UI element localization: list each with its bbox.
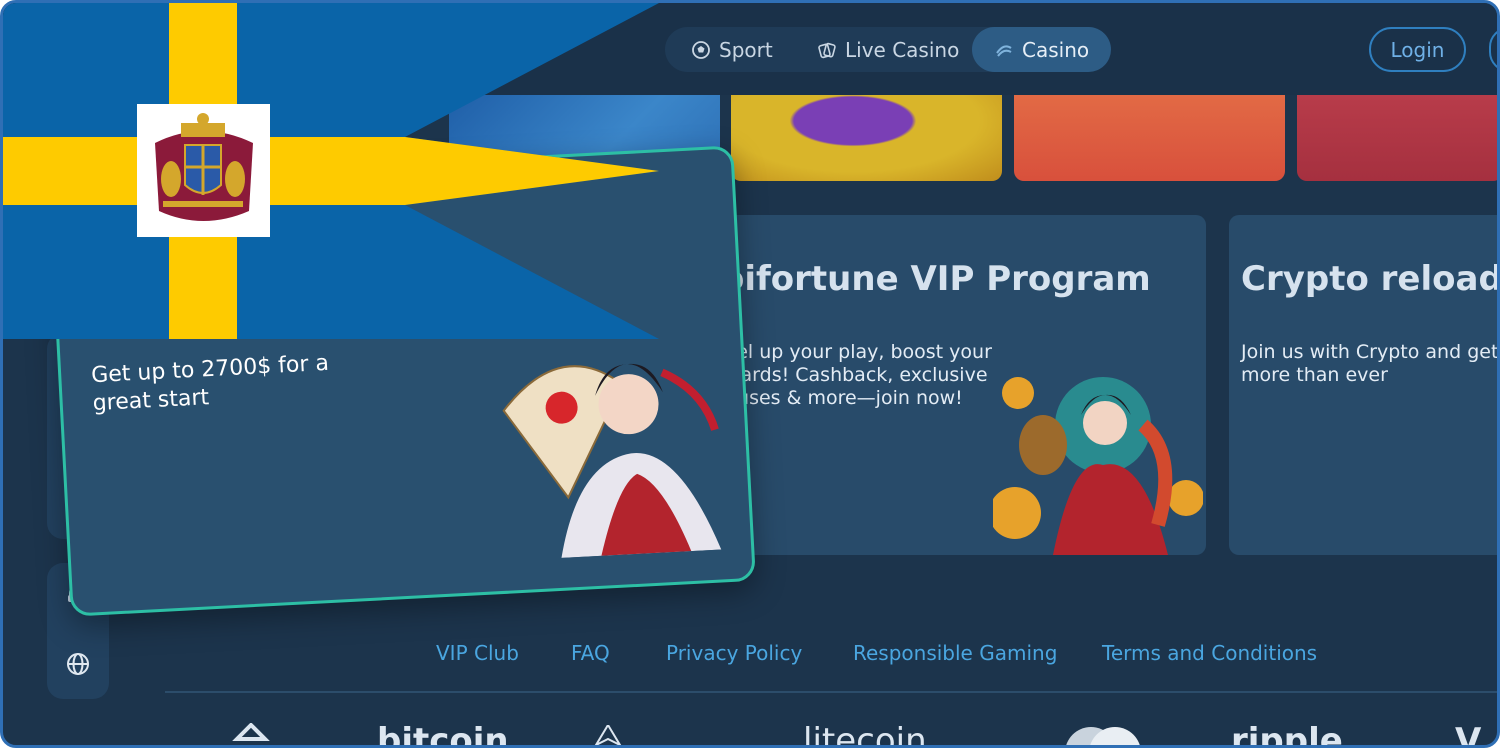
ethereum-logo [594, 725, 622, 745]
tab-casino-label: Casino [1022, 37, 1090, 62]
footer-link-vip-club[interactable]: VIP Club [436, 641, 519, 665]
footer-link-faq[interactable]: FAQ [571, 641, 610, 665]
promo-crypto-text: Join us with Crypto and get more than ev… [1241, 341, 1499, 386]
swedish-flag-pennant [3, 3, 659, 339]
bitcoin-logo-text: bitcoin [377, 721, 509, 748]
promo-card-vip[interactable]: oifortune VIP Program vel up your play, … [703, 215, 1206, 555]
footer-link-privacy-policy[interactable]: Privacy Policy [666, 641, 802, 665]
bitcoin-logo: bitcoin [377, 721, 509, 748]
app-frame: Sport Live Casino Casino Login oifortune… [0, 0, 1500, 748]
tab-casino[interactable]: Casino [972, 27, 1112, 72]
game-tile-4[interactable] [1297, 95, 1497, 181]
footer-link-terms[interactable]: Terms and Conditions [1102, 641, 1317, 665]
promo-card-crypto[interactable]: Crypto reload b Join us with Crypto and … [1229, 215, 1500, 555]
mastercard-logo [1066, 727, 1140, 745]
geisha-coins-illustration [993, 377, 1203, 555]
tab-sport[interactable]: Sport [669, 27, 795, 72]
game-tile-2[interactable] [731, 95, 1002, 181]
login-button-label: Login [1390, 37, 1445, 62]
footer-links: VIP Club FAQ Privacy Policy Responsible … [3, 641, 1497, 671]
login-button[interactable]: Login [1369, 27, 1466, 72]
litecoin-logo: litecoin [803, 721, 927, 748]
tab-live-casino-label: Live Casino [845, 37, 960, 62]
footer-divider [165, 691, 1497, 693]
promo-vip-title: oifortune VIP Program [721, 259, 1151, 299]
soccer-ball-icon [692, 40, 710, 59]
promo-vip-text: vel up your play, boost your wards! Cash… [725, 341, 992, 409]
litecoin-logo-text: litecoin [803, 721, 927, 748]
promo-crypto-title: Crypto reload b [1241, 259, 1500, 299]
ripple-logo-text: ripple [1231, 721, 1343, 748]
visa-logo: V [1455, 721, 1482, 748]
tab-live-casino[interactable]: Live Casino [795, 27, 981, 72]
tab-sport-label: Sport [719, 37, 773, 62]
footer-link-responsible-gaming[interactable]: Responsible Gaming [853, 641, 1057, 665]
ripple-logo: ripple [1231, 721, 1343, 748]
visa-logo-text: V [1455, 721, 1482, 748]
cards-icon [818, 42, 836, 58]
slot-icon [996, 44, 1012, 57]
tron-logo [232, 723, 270, 741]
bonus-card-text: Get up to 2700$ for a great start [90, 350, 330, 417]
game-tile-3[interactable] [1014, 95, 1285, 181]
